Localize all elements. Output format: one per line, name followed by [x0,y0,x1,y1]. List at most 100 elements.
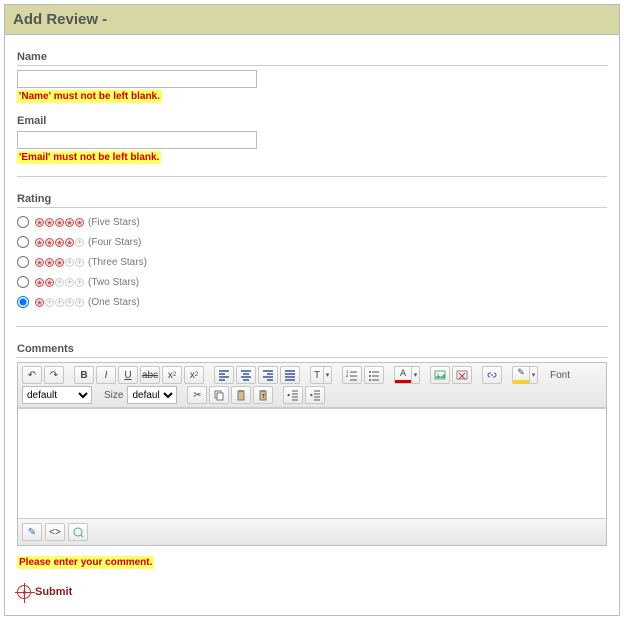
separator [17,326,607,327]
comments-label: Comments [17,337,607,358]
rating-option-label: (Two Stars) [88,277,139,288]
star-empty-icon [75,278,84,287]
rating-option[interactable]: (Two Stars) [17,276,607,288]
star-icons [35,298,84,307]
star-filled-icon [45,258,54,267]
strike-icon[interactable]: abc [140,366,160,384]
rating-option-label: (Three Stars) [88,257,147,268]
star-filled-icon [35,218,44,227]
star-filled-icon [45,218,54,227]
submit-label: Submit [35,586,72,598]
remove-image-icon[interactable] [452,366,472,384]
rating-option-label: (One Stars) [88,297,140,308]
html-mode-icon[interactable]: <> [45,523,65,541]
rating-radio[interactable] [17,296,29,308]
editor-footer: ✎ <> [18,518,606,545]
clear-format-icon[interactable]: T [310,366,324,384]
email-error: 'Email' must not be left blank. [17,151,161,164]
add-review-panel: Add Review - Name 'Name' must not be lef… [4,4,620,616]
rating-label: Rating [17,187,607,208]
text-color-menu-icon[interactable]: ▾ [412,366,420,384]
star-filled-icon [65,238,74,247]
link-icon[interactable] [482,366,502,384]
rating-option[interactable]: (Four Stars) [17,236,607,248]
font-select[interactable]: default [22,386,92,404]
rating-option[interactable]: (Five Stars) [17,216,607,228]
star-filled-icon [75,218,84,227]
svg-text:2: 2 [346,373,349,378]
align-center-icon[interactable] [236,366,256,384]
rating-radio[interactable] [17,216,29,228]
rating-option[interactable]: (One Stars) [17,296,607,308]
italic-icon[interactable]: I [96,366,116,384]
outdent-icon[interactable] [283,386,303,404]
highlight-color-icon[interactable]: ✎ [512,366,530,384]
star-filled-icon [35,278,44,287]
align-right-icon[interactable] [258,366,278,384]
star-empty-icon [75,298,84,307]
clear-format-menu-icon[interactable]: ▾ [324,366,332,384]
undo-icon[interactable]: ↶ [22,366,42,384]
rating-options: (Five Stars) (Four Stars) (Three Stars) (Tw… [17,216,607,308]
superscript-icon[interactable]: x2 [184,366,204,384]
size-label: Size [102,390,125,401]
align-justify-icon[interactable] [280,366,300,384]
star-filled-icon [35,238,44,247]
name-input[interactable] [17,70,257,88]
target-icon [17,585,31,599]
name-error: 'Name' must not be left blank. [17,90,162,103]
editor-toolbar: ↶ ↷ B I U abc x2 x2 T▾ 12 A▾ [18,363,606,408]
submit-button[interactable]: Submit [17,585,607,599]
paste-text-icon[interactable]: T [253,386,273,404]
star-icons [35,238,84,247]
star-icons [35,278,84,287]
align-left-icon[interactable] [214,366,234,384]
star-empty-icon [75,238,84,247]
comments-textarea[interactable] [18,408,606,518]
star-filled-icon [55,258,64,267]
panel-body: Name 'Name' must not be left blank. Emai… [5,35,619,615]
cut-icon[interactable]: ✂ [187,386,207,404]
star-empty-icon [65,278,74,287]
ordered-list-icon[interactable]: 12 [342,366,362,384]
design-mode-icon[interactable]: ✎ [22,523,42,541]
rich-text-editor: ↶ ↷ B I U abc x2 x2 T▾ 12 A▾ [17,362,607,546]
rating-radio[interactable] [17,256,29,268]
copy-icon[interactable] [209,386,229,404]
star-empty-icon [55,298,64,307]
underline-icon[interactable]: U [118,366,138,384]
paste-icon[interactable] [231,386,251,404]
star-filled-icon [35,258,44,267]
email-input[interactable] [17,131,257,149]
svg-text:T: T [262,394,265,400]
star-empty-icon [65,298,74,307]
comments-error: Please enter your comment. [17,556,154,569]
star-empty-icon [45,298,54,307]
redo-icon[interactable]: ↷ [44,366,64,384]
name-label: Name [17,45,607,66]
highlight-color-menu-icon[interactable]: ▾ [530,366,538,384]
text-color-icon[interactable]: A [394,366,412,384]
rating-option[interactable]: (Three Stars) [17,256,607,268]
star-filled-icon [55,218,64,227]
star-filled-icon [65,218,74,227]
rating-radio[interactable] [17,236,29,248]
unordered-list-icon[interactable] [364,366,384,384]
preview-mode-icon[interactable] [68,523,88,541]
star-filled-icon [45,278,54,287]
bold-icon[interactable]: B [74,366,94,384]
star-filled-icon [45,238,54,247]
rating-option-label: (Four Stars) [88,237,141,248]
size-select[interactable]: default [127,386,177,404]
star-empty-icon [55,278,64,287]
panel-title: Add Review - [5,5,619,35]
font-label: Font [548,370,572,381]
insert-image-icon[interactable] [430,366,450,384]
star-empty-icon [65,258,74,267]
star-icons [35,258,84,267]
rating-radio[interactable] [17,276,29,288]
star-empty-icon [75,258,84,267]
subscript-icon[interactable]: x2 [162,366,182,384]
indent-icon[interactable] [305,386,325,404]
star-filled-icon [55,238,64,247]
